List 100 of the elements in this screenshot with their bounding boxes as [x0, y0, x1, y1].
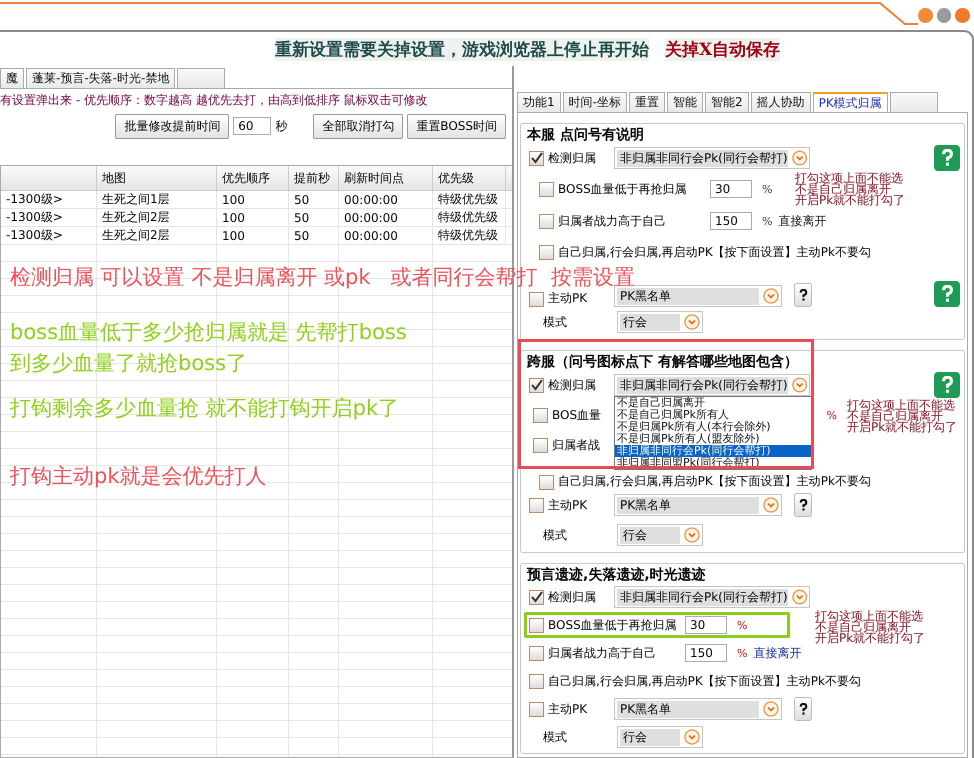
table-cell: 00:00:00: [339, 227, 433, 244]
checkbox[interactable]: [529, 378, 544, 392]
percent-sign: %: [737, 618, 748, 632]
checkbox[interactable]: [533, 408, 548, 422]
table-cell: 特级优先级: [433, 227, 506, 244]
percent-sign: %: [826, 408, 837, 422]
table-cell: 50: [289, 191, 339, 208]
tab[interactable]: [177, 68, 226, 88]
table-cell: 100: [217, 227, 289, 244]
tab[interactable]: 智能: [666, 92, 703, 112]
tab[interactable]: 魔: [0, 68, 24, 88]
banner-warning: 关掉X自动保存: [665, 38, 780, 60]
batch-edit-button[interactable]: 批量修改提前时间: [115, 114, 230, 138]
tab[interactable]: 功能1: [517, 92, 561, 112]
checkbox[interactable]: [533, 438, 548, 452]
checkbox[interactable]: [529, 590, 544, 604]
tab[interactable]: 重置: [628, 92, 665, 112]
checkbox[interactable]: [529, 618, 544, 632]
tab[interactable]: 蓬莱-预言-失落-时光-禁地: [26, 68, 176, 88]
checkbox-label: 归属者战: [552, 436, 600, 454]
field-label: 模式: [543, 314, 568, 330]
annotation-text: 打钩主动pk就是会优先打人: [10, 464, 266, 488]
question-mark-icon: [798, 288, 808, 302]
checkbox-label: 检测归属: [548, 588, 597, 606]
tab[interactable]: 摇人协助: [750, 92, 811, 112]
table-cell: 00:00:00: [339, 191, 433, 208]
table-cell: 00:00:00: [339, 209, 433, 226]
percent-sign: %: [762, 182, 772, 196]
column-header: 优先级: [433, 166, 506, 190]
seconds-field[interactable]: 60: [233, 117, 272, 135]
dropdown[interactable]: PK黑名单: [614, 698, 782, 720]
question-mark-icon: [798, 498, 808, 512]
chevron-down-icon[interactable]: [792, 589, 807, 605]
table-cell: 50: [289, 227, 339, 244]
annotation-text: boss血量低于多少抢归属就是 先帮打boss: [10, 320, 407, 344]
checkbox[interactable]: [529, 150, 544, 166]
chevron-down-icon[interactable]: [684, 527, 700, 543]
table-cell: 生死之间2层: [97, 227, 217, 244]
chevron-down-icon[interactable]: [684, 729, 700, 745]
checkbox[interactable]: [529, 646, 544, 660]
dropdown[interactable]: 行会: [617, 311, 703, 333]
column-header: 刷新时间点: [339, 166, 433, 190]
clear-checks-button[interactable]: 全部取消打勾: [313, 114, 404, 138]
checkbox-label: 检测归属: [548, 376, 597, 394]
suffix-text: 直接离开: [778, 212, 826, 230]
unit-label: 秒: [275, 118, 288, 134]
chevron-down-icon[interactable]: [684, 314, 700, 330]
field-label: 模式: [543, 728, 568, 746]
window-control-icon[interactable]: [955, 8, 970, 23]
table-cell: 特级优先级: [433, 209, 506, 226]
checkbox-label: 主动PK: [548, 700, 588, 718]
chevron-down-icon[interactable]: [763, 497, 779, 513]
table-cell: 特级优先级: [433, 191, 506, 208]
dropdown[interactable]: PK黑名单: [614, 285, 782, 307]
checkbox-label: 检测归属: [548, 150, 597, 166]
window-control-icon[interactable]: [936, 8, 952, 23]
question-mark-icon: [940, 148, 954, 168]
dropdown[interactable]: PK黑名单: [614, 494, 782, 516]
checkbox[interactable]: [539, 475, 554, 490]
dropdown[interactable]: 行会: [617, 524, 703, 546]
checkbox[interactable]: [539, 244, 554, 260]
checkbox[interactable]: [529, 674, 544, 688]
question-mark-icon: [940, 284, 954, 304]
dropdown-option[interactable]: 非归属非同行会Pk(同行会帮打): [615, 445, 811, 457]
checkbox[interactable]: [529, 702, 544, 716]
help-button[interactable]: [794, 493, 812, 517]
annotation-text: 打钩剩余多少血量抢 就不能打钩开启pk了: [10, 396, 400, 420]
hint-text: 有设置弹出来 - 优先顺序：数字越高 越优先去打，由高到低排序 鼠标双击可修改: [0, 92, 429, 108]
table-cell: 100: [217, 191, 289, 208]
dropdown[interactable]: 行会: [617, 726, 703, 748]
checkbox-label: 自己归属,行会归属,再启动PK【按下面设置】主动Pk不要勾: [558, 244, 871, 260]
tab[interactable]: PK模式归属: [812, 92, 888, 112]
checkbox[interactable]: [539, 214, 554, 228]
number-field[interactable]: 30: [710, 180, 752, 198]
checkbox[interactable]: [529, 292, 544, 307]
checkbox-label: BOSS血量低于再抢归属: [548, 616, 678, 634]
help-button[interactable]: [794, 283, 812, 307]
checkbox[interactable]: [539, 182, 554, 196]
dropdown[interactable]: 非归属非同行会Pk(同行会帮打): [614, 147, 810, 169]
column-header: 地图: [97, 166, 217, 190]
number-field[interactable]: 150: [685, 644, 727, 662]
chevron-down-icon[interactable]: [763, 288, 779, 304]
tab[interactable]: [890, 92, 938, 112]
chevron-down-icon[interactable]: [792, 150, 807, 166]
number-field[interactable]: 30: [685, 616, 727, 634]
help-button[interactable]: [794, 697, 812, 721]
window-control-icon[interactable]: [918, 8, 933, 23]
tab[interactable]: 智能2: [704, 92, 749, 112]
number-field[interactable]: 150: [710, 212, 752, 230]
chevron-down-icon[interactable]: [792, 377, 807, 393]
chevron-down-icon[interactable]: [763, 701, 779, 717]
checkbox-label: 自己归属,行会归属,再启动PK【按下面设置】主动Pk不要勾: [558, 473, 871, 490]
group-title: 预言遗迹,失落遗迹,时光遗迹: [525, 567, 708, 583]
checkbox[interactable]: [529, 498, 544, 512]
suffix-text: 直接离开: [753, 644, 802, 662]
note-text: 打勾这项上面不能选 不是自己归属离开 开启Pk就不能打勾了: [815, 611, 926, 644]
question-mark-icon: [940, 376, 954, 394]
tab[interactable]: 时间-坐标: [562, 92, 627, 112]
reset-boss-time-button[interactable]: 重置BOSS时间: [407, 114, 506, 138]
dropdown[interactable]: 非归属非同行会Pk(同行会帮打): [614, 586, 810, 608]
